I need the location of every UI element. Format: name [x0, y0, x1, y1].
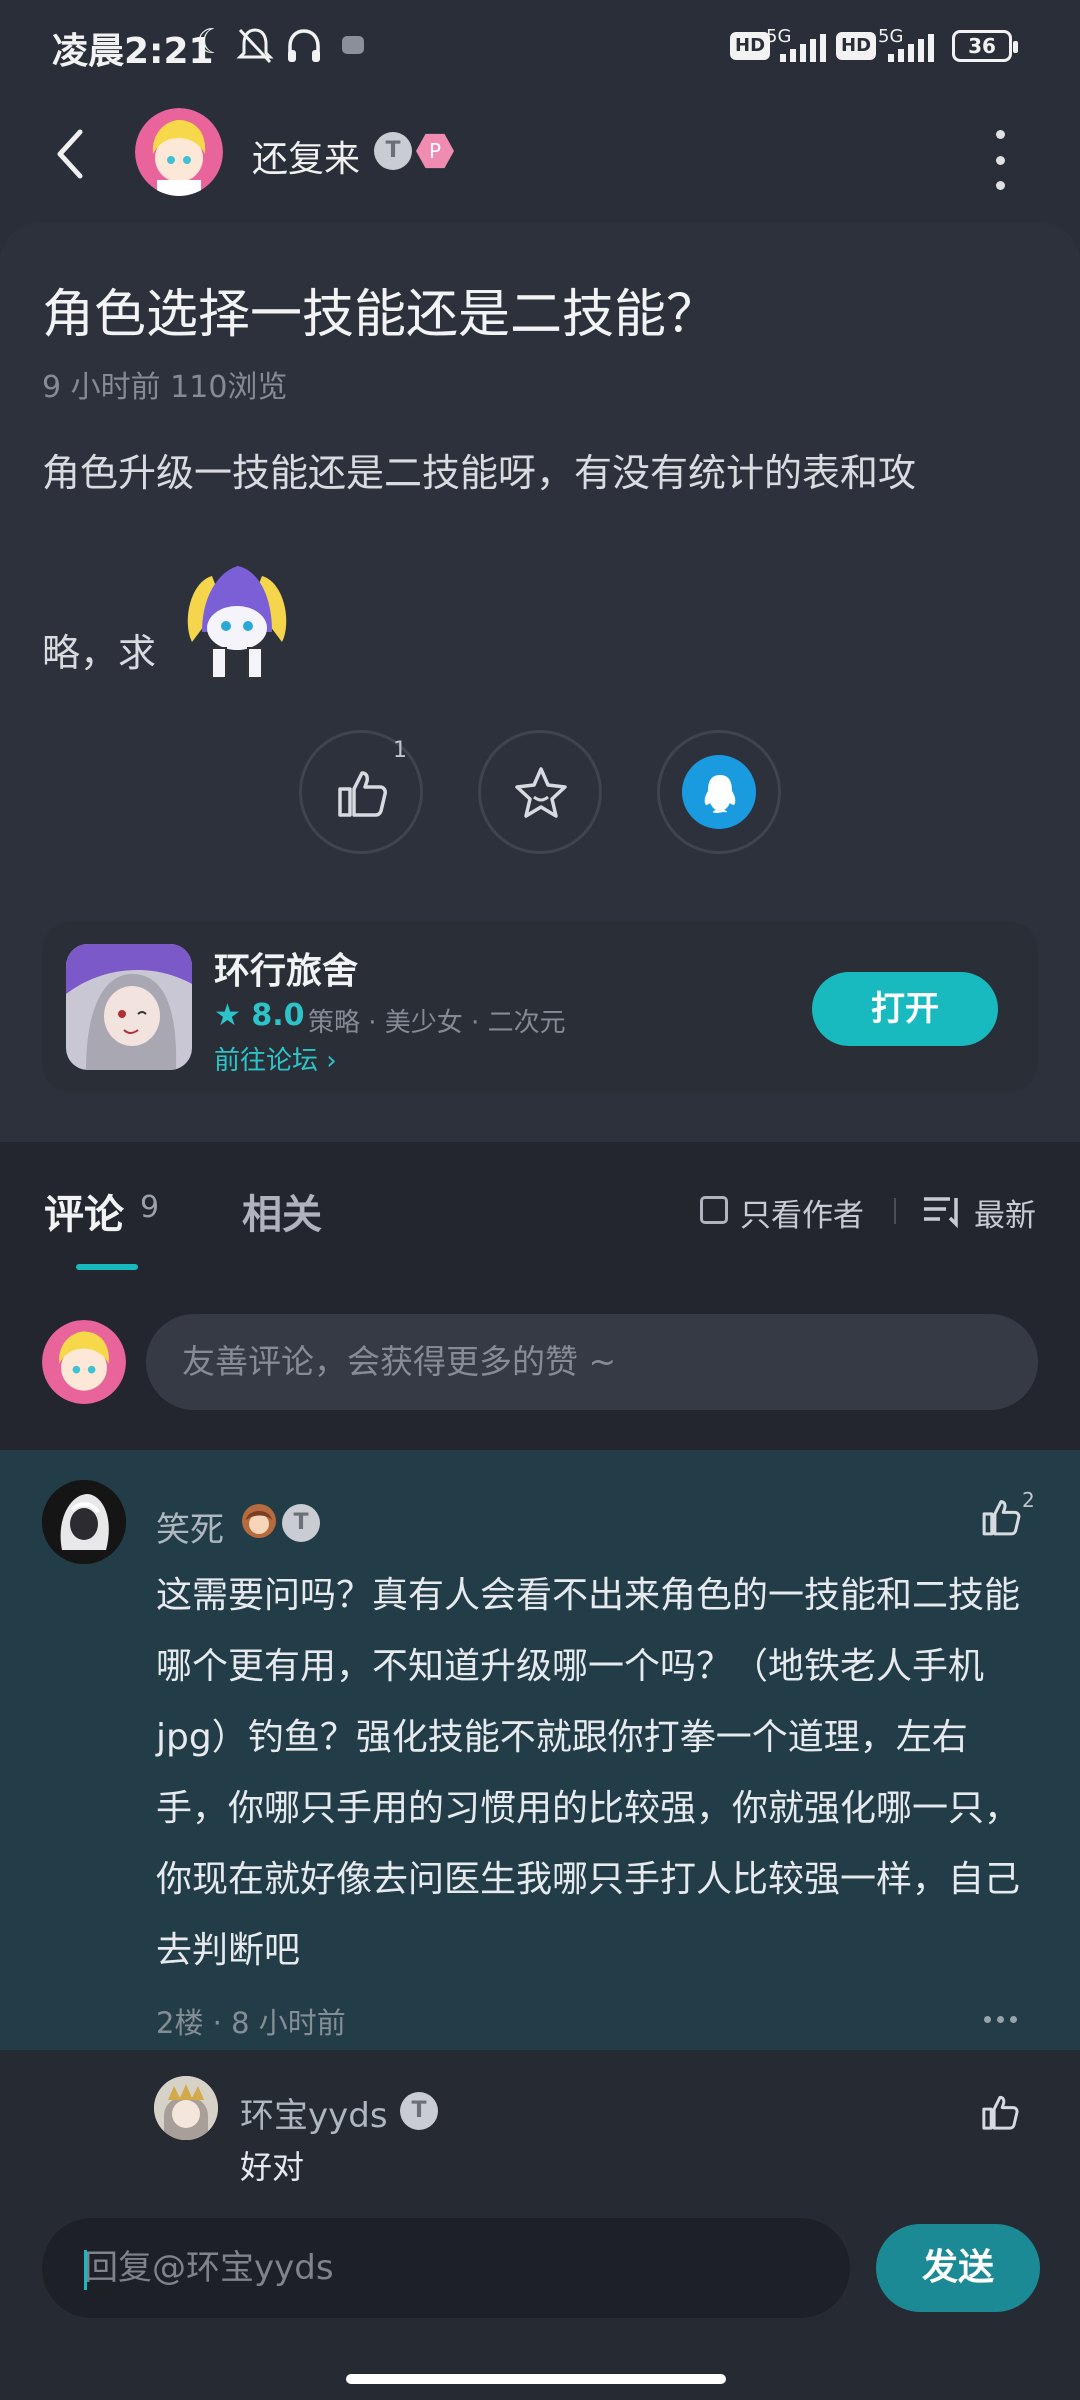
home-indicator[interactable] — [346, 2374, 726, 2384]
author-avatar[interactable] — [135, 108, 223, 196]
reply-item[interactable]: 环宝yyds T 好对 — [0, 2050, 1080, 2210]
hd-badge: HD — [730, 32, 771, 60]
post-title: 角色选择一技能还是二技能？ — [42, 285, 719, 345]
like-icon — [338, 771, 387, 817]
comment-meta: 2楼 · 8 小时前 — [156, 2006, 346, 2040]
headphones-icon — [288, 29, 320, 62]
share-qq-button[interactable] — [657, 730, 781, 854]
comment-text: 这需要问吗？真有人会看不出来角色的一技能和二技能哪个更有用，不知道升级哪一个吗？… — [156, 1575, 1021, 1971]
title-badge-icon: T — [374, 132, 412, 170]
back-arrow-icon[interactable] — [50, 124, 90, 184]
sort-icon[interactable] — [922, 1194, 962, 1228]
comment-like-icon[interactable] — [978, 1494, 1024, 1540]
comment-tabs: 评论 9 相关 只看作者 最新 — [0, 1142, 1080, 1282]
reply-text: 好对 — [240, 2148, 305, 2186]
replier-avatar[interactable] — [154, 2076, 218, 2140]
open-game-button[interactable]: 打开 — [812, 972, 998, 1046]
game-tags: 策略 · 美少女 · 二次元 — [308, 1008, 566, 1038]
tab-indicator — [76, 1264, 138, 1270]
post-body: 角色升级一技能还是二技能呀，有没有统计的表和攻 — [42, 451, 917, 495]
hd-badge: HD — [836, 32, 877, 60]
more-vertical-icon[interactable] — [990, 130, 1010, 190]
divider — [894, 1198, 896, 1224]
status-bar: 凌晨2:21 ☾ HD 5G HD 5G 36 — [0, 0, 1080, 92]
level-badge-icon: P — [416, 133, 454, 169]
author-only-label[interactable]: 只看作者 — [740, 1190, 864, 1235]
text-caret — [84, 2250, 87, 2290]
user-badge-icon — [242, 1504, 276, 1538]
reply-bar: 回复@环宝yyds 发送 — [0, 2190, 1080, 2400]
favorite-button[interactable] — [478, 730, 602, 854]
reply-like-icon[interactable] — [978, 2090, 1022, 2134]
game-icon — [66, 944, 192, 1070]
send-button[interactable]: 发送 — [876, 2224, 1040, 2312]
replier-name[interactable]: 环宝yyds — [240, 2088, 388, 2137]
tab-comments[interactable]: 评论 — [44, 1182, 124, 1240]
comment-count: 9 — [140, 1190, 160, 1225]
status-time: 凌晨2:21 — [52, 31, 214, 72]
reply-input-placeholder: 回复@环宝yyds — [84, 2248, 334, 2288]
tab-related[interactable]: 相关 — [242, 1182, 322, 1240]
qq-share-icon — [704, 775, 736, 813]
favorite-star-icon — [515, 767, 567, 818]
game-score: ★ 8.0 — [214, 998, 305, 1033]
post-body: 略，求 — [42, 631, 157, 675]
like-count: 1 — [393, 738, 407, 763]
battery-icon: 36 — [952, 30, 1018, 62]
post-card: 角色选择一技能还是二技能？ 9 小时前 110浏览 角色升级一技能还是二技能呀，… — [0, 222, 1080, 1142]
sort-label[interactable]: 最新 — [974, 1190, 1036, 1235]
title-badge-icon: T — [400, 2092, 438, 2130]
game-name: 环行旅舍 — [214, 951, 359, 992]
author-name[interactable]: 还复来 — [252, 130, 360, 182]
my-avatar — [42, 1320, 126, 1404]
bell-off-icon — [236, 28, 274, 64]
post-meta: 9 小时前 110浏览 — [42, 370, 288, 405]
comment-input-row: 友善评论，会获得更多的赞 ~ — [0, 1282, 1080, 1450]
app-notification-icon — [342, 36, 364, 54]
signal-icon — [780, 34, 828, 62]
comment-more-icon[interactable] — [984, 2016, 1017, 2023]
comment-item[interactable]: 笑死 T 2 这需要问吗？真有人会看不出来角色的一技能和二技能哪个更有用，不知道… — [0, 1450, 1080, 2050]
forum-link[interactable]: 前往论坛 › — [214, 1040, 337, 1077]
moon-icon: ☾ — [196, 22, 227, 62]
reply-input[interactable]: 回复@环宝yyds — [42, 2218, 850, 2318]
commenter-avatar[interactable] — [42, 1480, 126, 1564]
game-card[interactable]: 环行旅舍 ★ 8.0 策略 · 美少女 · 二次元 前往论坛 › 打开 — [42, 922, 1038, 1092]
title-badge-icon: T — [282, 1504, 320, 1542]
sticker-image — [187, 566, 287, 679]
author-only-checkbox[interactable] — [700, 1196, 728, 1224]
post-header: 还复来 T P — [0, 92, 1080, 222]
commenter-name[interactable]: 笑死 — [156, 1502, 224, 1551]
signal-icon — [888, 34, 936, 62]
comment-like-count: 2 — [1022, 1488, 1035, 1512]
comment-input[interactable]: 友善评论，会获得更多的赞 ~ — [146, 1314, 1038, 1410]
